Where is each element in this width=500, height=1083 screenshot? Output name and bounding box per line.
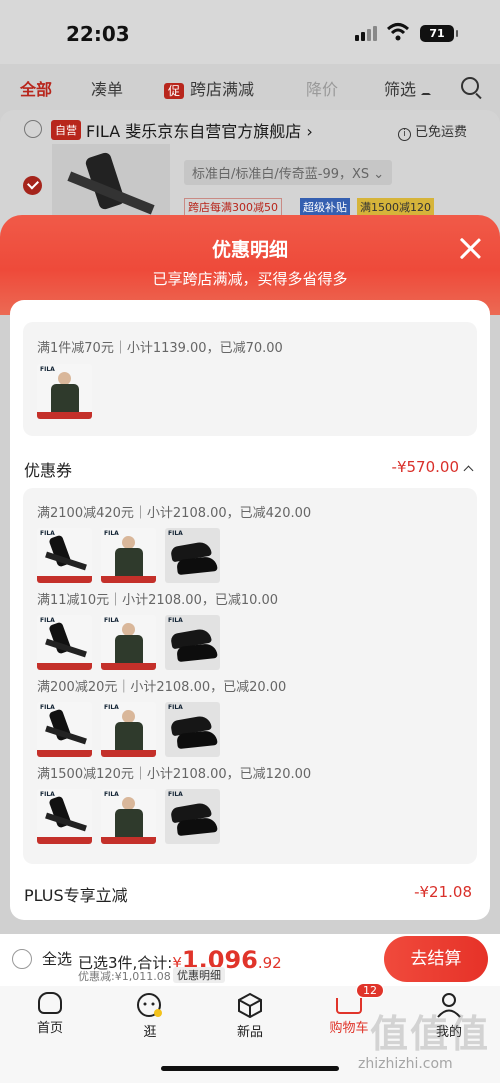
tab-browse[interactable]: 逛 bbox=[115, 992, 185, 1040]
sheet-title: 优惠明细 bbox=[211, 239, 288, 261]
cube-icon bbox=[238, 992, 262, 1018]
product-spec-selector[interactable]: 标准白/标准白/传奇蓝-99，XS ⌄ bbox=[184, 160, 393, 185]
subsidy-tag: 超级补贴 bbox=[300, 198, 350, 216]
search-icon[interactable] bbox=[461, 77, 479, 95]
tab-new[interactable]: 新品 bbox=[215, 992, 285, 1040]
watermark-logo: 值值值 bbox=[370, 1012, 491, 1056]
discount-sheet-body: 满1件减70元｜小计1139.00，已减70.00 FILA 优惠券 -¥570… bbox=[10, 300, 490, 920]
total-decimal: .92 bbox=[257, 954, 282, 972]
coupon-images: FILA FILA FILA bbox=[37, 702, 220, 757]
coupon-images: FILA FILA FILA bbox=[37, 789, 220, 844]
watermark-url: zhizhizhi.com bbox=[358, 1056, 453, 1072]
signal-icon bbox=[355, 26, 377, 41]
info-icon: i bbox=[398, 128, 411, 141]
free-shipping-label: 已免运费 bbox=[415, 125, 468, 140]
select-all-label[interactable]: 全选 bbox=[42, 948, 72, 969]
product-thumb-socks[interactable]: FILA bbox=[37, 789, 92, 844]
coupon-section-label: 优惠券 bbox=[24, 461, 73, 480]
tab-home[interactable]: 首页 bbox=[15, 992, 85, 1036]
thumb-brand: FILA bbox=[40, 791, 55, 798]
close-icon[interactable] bbox=[458, 236, 482, 260]
coupon-tag: 满1500减120 bbox=[357, 198, 434, 216]
coupon-section-toggle[interactable]: -¥570.00 bbox=[391, 458, 474, 476]
free-shipping: i 已免运费 bbox=[398, 121, 467, 141]
filter-icon bbox=[421, 85, 432, 95]
cross-store-tag: 跨店每满300减50 bbox=[184, 198, 282, 216]
status-bar: 22:03 71 bbox=[0, 0, 500, 64]
select-all-radio[interactable] bbox=[12, 949, 32, 969]
product-thumb-socks[interactable]: FILA bbox=[37, 528, 92, 583]
thumb-brand: FILA bbox=[104, 704, 119, 711]
product-thumb-vest[interactable]: FILA bbox=[101, 528, 156, 583]
home-icon bbox=[38, 992, 62, 1014]
promo-images: FILA bbox=[37, 364, 92, 419]
thumb-brand: FILA bbox=[104, 530, 119, 537]
saved-amount: 优惠减:¥1,011.08 bbox=[78, 970, 171, 983]
promo-line: 满1件减70元｜小计1139.00，已减70.00 bbox=[37, 341, 283, 356]
thumb-brand: FILA bbox=[40, 366, 55, 373]
thumb-brand: FILA bbox=[40, 530, 55, 537]
thumb-brand: FILA bbox=[168, 617, 183, 624]
thumb-brand: FILA bbox=[104, 617, 119, 624]
coupon-section-amount: -¥570.00 bbox=[391, 458, 459, 476]
promo-group: 满1件减70元｜小计1139.00，已减70.00 FILA bbox=[23, 322, 477, 436]
filter-button[interactable]: 筛选 bbox=[384, 76, 432, 100]
coupon-group: 满2100减420元｜小计2108.00，已减420.00 FILA FILA … bbox=[23, 488, 477, 864]
product-thumb-socks[interactable]: FILA bbox=[37, 615, 92, 670]
product-checked-icon[interactable] bbox=[23, 176, 42, 195]
tab-browse-label: 逛 bbox=[143, 1025, 157, 1040]
tab-cart-label: 购物车 bbox=[329, 1021, 369, 1036]
thumb-brand: FILA bbox=[40, 704, 55, 711]
self-operated-badge: 自营 bbox=[51, 120, 81, 140]
wifi-icon bbox=[386, 23, 410, 41]
battery-icon: 71 bbox=[420, 25, 458, 42]
home-indicator bbox=[161, 1066, 339, 1071]
checkout-button[interactable]: 去结算 bbox=[384, 936, 488, 982]
thumb-brand: FILA bbox=[168, 530, 183, 537]
tab-price-drop[interactable]: 降价 bbox=[306, 76, 338, 100]
tab-new-label: 新品 bbox=[236, 1025, 263, 1040]
face-icon bbox=[137, 993, 162, 1017]
cart-icon bbox=[336, 998, 362, 1014]
coupon-line: 满2100减420元｜小计2108.00，已减420.00 bbox=[37, 506, 312, 521]
filter-label: 筛选 bbox=[384, 80, 417, 99]
coupon-line: 满200减20元｜小计2108.00，已减20.00 bbox=[37, 680, 287, 695]
thumb-brand: FILA bbox=[168, 704, 183, 711]
product-thumb-shoes[interactable]: FILA bbox=[165, 702, 220, 757]
tab-all[interactable]: 全部 bbox=[20, 76, 52, 100]
coupon-line: 满11减10元｜小计2108.00，已减10.00 bbox=[37, 593, 279, 608]
sheet-subtitle: 已享跨店满减，买得多省得多 bbox=[152, 270, 348, 288]
tab-home-label: 首页 bbox=[36, 1021, 63, 1036]
chevron-up-icon bbox=[463, 465, 474, 476]
product-thumb-vest[interactable]: FILA bbox=[101, 615, 156, 670]
product-thumb-shoes[interactable]: FILA bbox=[165, 615, 220, 670]
product-thumb-vest[interactable]: FILA bbox=[37, 364, 92, 419]
coupon-images: FILA FILA FILA bbox=[37, 615, 220, 670]
product-thumb-shoes[interactable]: FILA bbox=[165, 789, 220, 844]
discount-detail-button[interactable]: 优惠明细 bbox=[173, 967, 225, 983]
plus-section-label: PLUS专享立减 bbox=[24, 886, 128, 905]
product-thumb-socks[interactable]: FILA bbox=[37, 702, 92, 757]
cart-filter-tabs: 全部 凑单 促跨店满减 降价 筛选 bbox=[0, 64, 500, 110]
status-time: 22:03 bbox=[66, 22, 130, 46]
thumb-brand: FILA bbox=[104, 791, 119, 798]
cart-count-badge: 12 bbox=[356, 983, 384, 998]
product-thumb-vest[interactable]: FILA bbox=[101, 789, 156, 844]
coupon-line: 满1500减120元｜小计2108.00，已减120.00 bbox=[37, 767, 312, 782]
tab-combo[interactable]: 凑单 bbox=[91, 76, 123, 100]
tab-cross-store[interactable]: 促跨店满减 bbox=[164, 76, 254, 100]
product-thumb-vest[interactable]: FILA bbox=[101, 702, 156, 757]
coupon-images: FILA FILA FILA bbox=[37, 528, 220, 583]
plus-section-amount: -¥21.08 bbox=[414, 883, 472, 901]
shop-select-radio[interactable] bbox=[24, 120, 42, 138]
thumb-brand: FILA bbox=[168, 791, 183, 798]
shop-name[interactable]: FILA 斐乐京东自营官方旗舰店 › bbox=[86, 118, 313, 142]
promo-badge: 促 bbox=[164, 83, 185, 99]
checkout-bar: 全选 已选3件,合计:¥1,096.92 优惠减:¥1,011.08 优惠明细 … bbox=[0, 934, 500, 986]
tab-cross-store-label: 跨店满减 bbox=[190, 80, 255, 99]
thumb-brand: FILA bbox=[40, 617, 55, 624]
product-thumb-shoes[interactable]: FILA bbox=[165, 528, 220, 583]
